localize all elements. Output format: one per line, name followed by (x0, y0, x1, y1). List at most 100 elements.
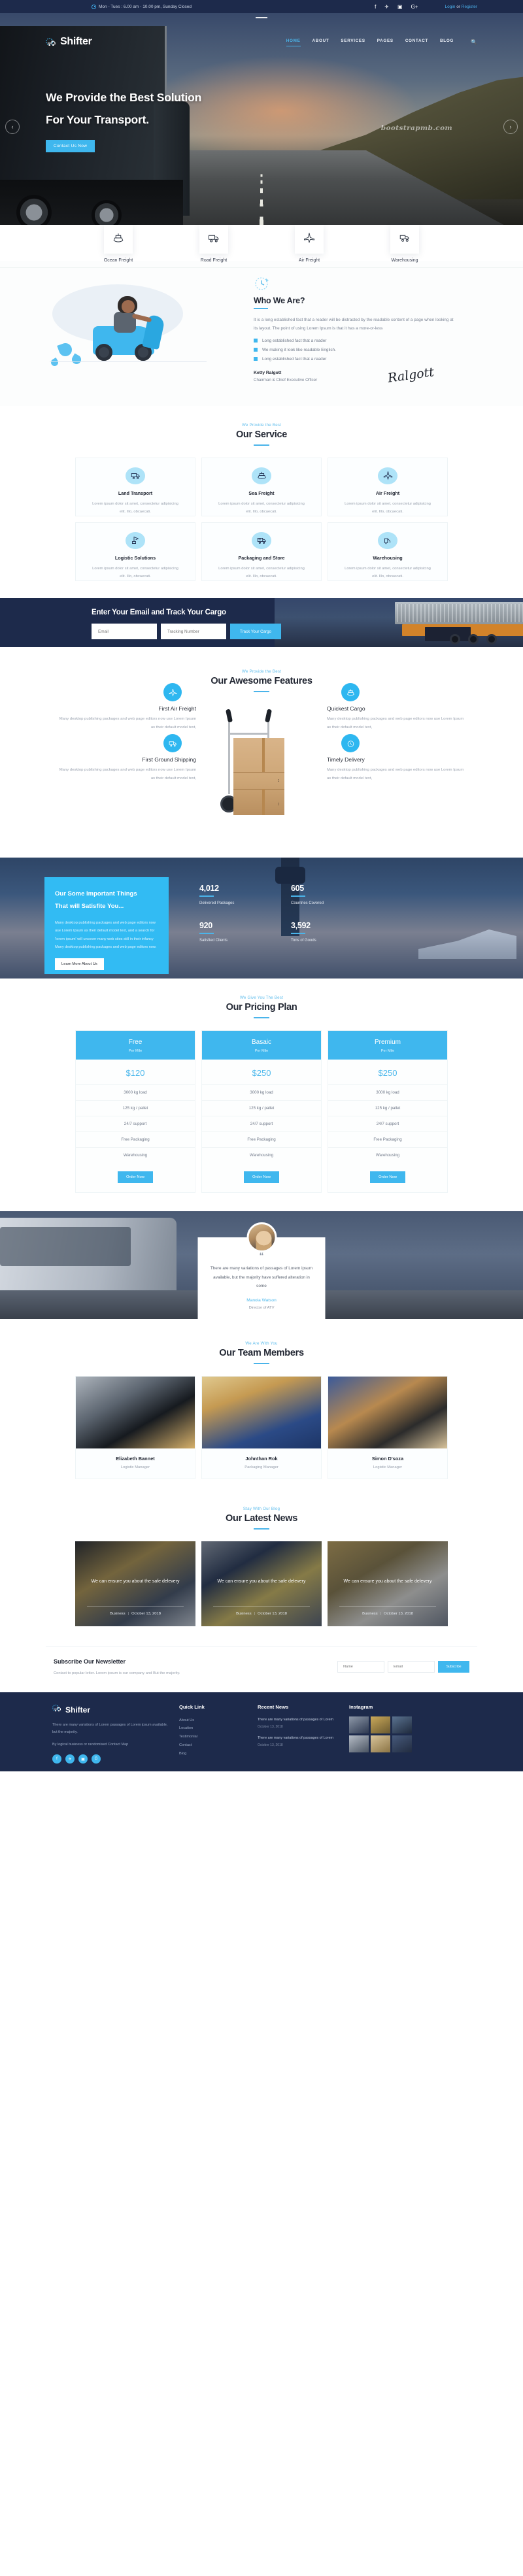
facebook-icon[interactable]: f (375, 4, 376, 10)
plan-feature: 24/7 support (328, 1116, 447, 1131)
nav-item-services[interactable]: SERVICES (341, 39, 365, 45)
google-plus-icon[interactable]: G+ (411, 4, 418, 10)
instagram-gallery (349, 1716, 412, 1752)
footer-instagram-column: Instagram (340, 1704, 412, 1764)
newsletter-text: Contact to popular letter. Lorem ipsum i… (54, 1671, 180, 1675)
service-card[interactable]: Land Transport Lorem ipsum dolor sit ame… (75, 458, 195, 516)
feature-text: Many desktop publishing packages and web… (327, 768, 464, 781)
plan-feature: 125 kg / pallet (202, 1100, 321, 1116)
footer-brand-name: Shifter (65, 1705, 91, 1715)
team-card[interactable]: Elizabeth Bannet Logistic Manager (75, 1376, 195, 1479)
instagram-icon[interactable]: ▣ (78, 1754, 88, 1764)
footer-quick-links-column: Quick Link About Us Location Testimonial… (170, 1704, 248, 1764)
register-link[interactable]: Register (462, 5, 477, 9)
newsletter-form: Subscribe (337, 1661, 469, 1673)
freight-item-road[interactable]: Road Freight (190, 225, 237, 263)
footer-link-testimonial[interactable]: Testimonial (179, 1733, 248, 1741)
service-name: Land Transport (118, 490, 153, 496)
plan-feature: 3000 kg load (202, 1084, 321, 1100)
truck-icon (208, 232, 220, 247)
plan-name: Premium (374, 1039, 401, 1046)
footer-link-blog[interactable]: Blog (179, 1750, 248, 1758)
instagram-thumb[interactable] (392, 1716, 412, 1733)
pricing-card-free: Free Per Mile $120 3000 kg load 125 kg /… (75, 1030, 195, 1193)
search-icon[interactable]: 🔍 (471, 39, 477, 45)
news-card[interactable]: We can ensure you about the safe delever… (201, 1541, 322, 1626)
order-now-button[interactable]: Order Now (117, 1171, 154, 1183)
bullet-square-icon (254, 357, 258, 361)
login-link[interactable]: Login (445, 5, 455, 9)
freight-label: Road Freight (200, 258, 228, 263)
news-date: October 13, 2018 (384, 1612, 413, 1616)
email-input[interactable] (388, 1661, 435, 1673)
nav-item-pages[interactable]: PAGES (377, 39, 394, 45)
service-text: Lorem ipsum dolor sit amet, consectetur … (345, 501, 431, 514)
slider-prev-icon[interactable]: ‹ (5, 120, 20, 134)
news-card[interactable]: We can ensure you about the safe delever… (328, 1541, 448, 1626)
instagram-thumb[interactable] (349, 1716, 369, 1733)
track-title: Enter Your Email and Track Your Cargo (92, 609, 226, 616)
stats-grid: 4,012 Delivered Packages 605 Countries C… (199, 884, 350, 958)
stat-item: 4,012 Delivered Packages (199, 884, 252, 905)
stat-item: 3,592 Tons of Goods (291, 921, 343, 943)
footer-link-about[interactable]: About Us (179, 1716, 248, 1725)
freight-item-air[interactable]: Air Freight (286, 225, 333, 263)
bullet-text: Long established fact that a reader (262, 338, 327, 343)
twitter-icon[interactable]: ✈ (65, 1754, 75, 1764)
nav-item-blog[interactable]: BLOG (440, 39, 454, 45)
team-card[interactable]: Simon D'soza Logistic Manager (328, 1376, 448, 1479)
page-root: Mon - Tues : 6.00 am - 10.00 pm, Sunday … (0, 0, 523, 1772)
learn-more-button[interactable]: Learn More About Us (55, 958, 104, 971)
google-plus-icon[interactable]: G (92, 1754, 101, 1764)
plan-sub: Per Mile (128, 1049, 143, 1053)
instagram-thumb[interactable] (371, 1735, 390, 1752)
service-card[interactable]: Packaging and Store Lorem ipsum dolor si… (201, 522, 322, 581)
instagram-thumb[interactable] (349, 1735, 369, 1752)
service-card[interactable]: Warehousing Lorem ipsum dolor sit amet, … (328, 522, 448, 581)
truck-icon (163, 734, 182, 753)
subscribe-button[interactable]: Subscribe (438, 1661, 469, 1673)
freight-item-warehousing[interactable]: Warehousing (381, 225, 428, 263)
instagram-thumb[interactable] (392, 1735, 412, 1752)
order-now-button[interactable]: Order Now (369, 1171, 406, 1183)
footer-link-contact[interactable]: Contact (179, 1741, 248, 1750)
nav-menu: HOME ABOUT SERVICES PAGES CONTACT BLOG (286, 39, 454, 46)
email-input[interactable] (92, 624, 157, 639)
service-card[interactable]: Logistic Solutions Lorem ipsum dolor sit… (75, 522, 195, 581)
plan-feature: 125 kg / pallet (76, 1100, 195, 1116)
nav-item-contact[interactable]: CONTACT (405, 39, 428, 45)
instagram-thumb[interactable] (371, 1716, 390, 1733)
footer-brand-logo[interactable]: Shifter (52, 1704, 170, 1716)
team-member-name: Johnthan Rok (245, 1456, 278, 1462)
team-card[interactable]: Johnthan Rok Packaging Manager (201, 1376, 322, 1479)
hero-cta-button[interactable]: Contact Us Now (46, 140, 95, 153)
brand-logo[interactable]: Shifter (46, 36, 92, 48)
footer-news-item[interactable]: There are many variations of passages of… (258, 1735, 340, 1747)
instagram-icon[interactable]: ▣ (397, 4, 403, 10)
slider-next-icon[interactable]: › (503, 120, 518, 134)
footer-link-location[interactable]: Location (179, 1724, 248, 1733)
name-input[interactable] (337, 1661, 384, 1673)
bullet-square-icon (254, 339, 258, 343)
service-card[interactable]: Air Freight Lorem ipsum dolor sit amet, … (328, 458, 448, 516)
twitter-icon[interactable]: ✈ (384, 4, 389, 10)
plan-feature: Free Packaging (76, 1131, 195, 1147)
title-underline (254, 691, 269, 692)
title-underline (254, 444, 269, 446)
ship-icon (112, 232, 124, 247)
facebook-icon[interactable]: f (52, 1754, 61, 1764)
nav-item-home[interactable]: HOME (286, 39, 301, 46)
freight-item-ocean[interactable]: Ocean Freight (95, 225, 142, 263)
footer-news-item[interactable]: There are many variations of passages of… (258, 1716, 340, 1729)
tracking-number-input[interactable] (161, 624, 226, 639)
service-text: Lorem ipsum dolor sit amet, consectetur … (218, 566, 305, 578)
news-card[interactable]: We can ensure you about the safe delever… (75, 1541, 195, 1626)
track-cargo-button[interactable]: Track Your Cargo (230, 624, 281, 639)
auth-separator: or (456, 4, 460, 9)
slider-indicator[interactable] (256, 17, 267, 18)
team-photo-3 (328, 1377, 447, 1448)
service-card[interactable]: Sea Freight Lorem ipsum dolor sit amet, … (201, 458, 322, 516)
plan-feature: Warehousing (328, 1147, 447, 1163)
order-now-button[interactable]: Order Now (243, 1171, 280, 1183)
nav-item-about[interactable]: ABOUT (312, 39, 329, 45)
